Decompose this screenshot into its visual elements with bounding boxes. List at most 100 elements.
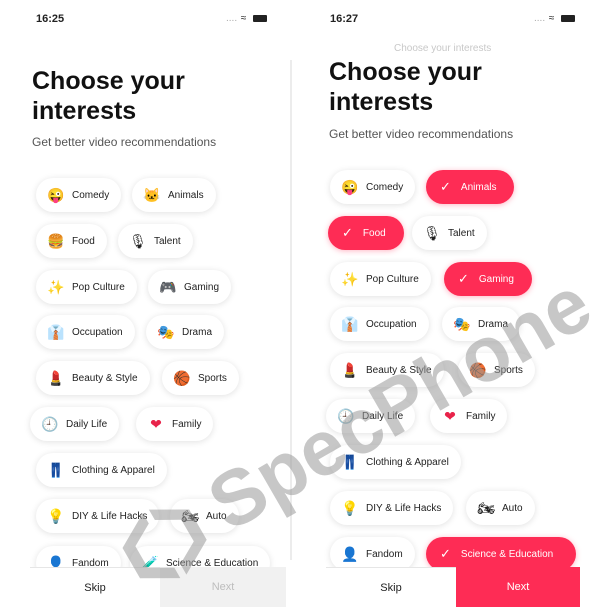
chip-label: Family xyxy=(172,418,202,430)
chip-label: Pop Culture xyxy=(366,273,419,285)
screen-divider xyxy=(290,60,292,560)
chip-talent[interactable]: 🎙 Talent xyxy=(412,216,487,250)
tie-icon: 👔 xyxy=(47,324,65,340)
motorcycle-icon: 🏍 xyxy=(181,508,199,524)
chip-family[interactable]: ❤ Family xyxy=(430,399,508,433)
chip-label: DIY & Life Hacks xyxy=(366,502,442,514)
checkmark-icon: ✓ xyxy=(440,179,451,194)
chip-science-education[interactable]: ✓ Science & Education xyxy=(426,537,576,571)
lipstick-icon: 💄 xyxy=(47,370,65,386)
chip-daily-life[interactable]: 🕘 Daily Life xyxy=(30,407,120,441)
chip-label: Occupation xyxy=(366,318,417,330)
status-time: 16:25 xyxy=(36,13,65,25)
chip-clothing-apparel[interactable]: 👖 Clothing & Apparel xyxy=(36,453,167,487)
chip-label: DIY & Life Hacks xyxy=(72,510,148,522)
lipstick-icon: 💄 xyxy=(341,362,359,378)
chip-label: Drama xyxy=(182,326,213,338)
chip-label: Sports xyxy=(494,364,523,376)
chip-family[interactable]: ❤ Family xyxy=(136,407,214,441)
chip-label: Fandom xyxy=(366,548,403,560)
checkmark-icon: ✓ xyxy=(458,271,469,286)
chip-comedy[interactable]: 😜 Comedy xyxy=(36,178,122,212)
chip-label: Sports xyxy=(198,372,227,384)
chip-pop-culture[interactable]: ✨ Pop Culture xyxy=(36,270,137,304)
chip-label: Comedy xyxy=(72,189,110,201)
sparkles-icon: ✨ xyxy=(341,271,359,287)
page-title: Choose your interests xyxy=(32,67,185,125)
chip-drama[interactable]: 🎭 Drama xyxy=(442,307,521,341)
chip-occupation[interactable]: 👔 Occupation xyxy=(36,315,135,349)
chip-diy-life-hacks[interactable]: 💡 DIY & Life Hacks xyxy=(36,499,160,533)
chip-talent[interactable]: 🎙 Talent xyxy=(118,224,193,258)
chip-daily-life[interactable]: 🕘 Daily Life xyxy=(326,399,416,433)
chip-label: Drama xyxy=(478,318,509,330)
status-icons: .... ≈ xyxy=(534,13,576,24)
chip-label: Family xyxy=(466,410,496,422)
microphone-icon: 🎙 xyxy=(423,225,441,241)
signal-dots: .... xyxy=(534,13,546,24)
bottom-bar: Skip Next xyxy=(0,567,290,607)
chip-pop-culture[interactable]: ✨ Pop Culture xyxy=(330,262,431,296)
checkmark-icon: ✓ xyxy=(440,546,451,561)
chip-label: Food xyxy=(362,227,386,239)
gamepad-icon: 🎮 xyxy=(159,279,177,295)
chip-fandom[interactable]: 👤 Fandom xyxy=(330,537,415,571)
skip-button[interactable]: Skip xyxy=(326,567,456,607)
chip-label: Daily Life xyxy=(66,418,108,430)
chip-label: Auto xyxy=(502,502,523,514)
jeans-icon: 👖 xyxy=(341,454,359,470)
chip-gaming[interactable]: ✓ Gaming xyxy=(444,262,532,296)
battery-icon xyxy=(253,14,268,22)
jeans-icon: 👖 xyxy=(47,462,65,478)
sparkles-icon: ✨ xyxy=(47,279,65,295)
chip-label: Beauty & Style xyxy=(366,364,432,376)
basketball-icon: 🏀 xyxy=(469,362,487,378)
chip-comedy[interactable]: 😜 Comedy xyxy=(330,170,416,204)
next-button[interactable]: Next xyxy=(456,567,580,607)
heart-icon: ❤ xyxy=(150,416,162,432)
chip-label: Animals xyxy=(460,181,497,193)
chip-label: Pop Culture xyxy=(72,281,125,293)
chip-animals[interactable]: ✓ Animals xyxy=(426,170,514,204)
collapsed-header-title: Choose your interests xyxy=(394,43,492,54)
chip-diy-life-hacks[interactable]: 💡 DIY & Life Hacks xyxy=(330,491,454,525)
fan-icon: 👤 xyxy=(341,546,359,562)
chip-sports[interactable]: 🏀 Sports xyxy=(162,361,239,395)
chip-auto[interactable]: 🏍 Auto xyxy=(466,491,535,525)
skip-button[interactable]: Skip xyxy=(30,567,160,607)
chip-gaming[interactable]: 🎮 Gaming xyxy=(148,270,232,304)
burger-icon: 🍔 xyxy=(47,233,65,249)
chip-label: Comedy xyxy=(366,181,404,193)
chip-auto[interactable]: 🏍 Auto xyxy=(170,499,239,533)
chip-label: Science & Education xyxy=(460,548,554,560)
chip-food[interactable]: 🍔 Food xyxy=(36,224,107,258)
heart-icon: ❤ xyxy=(444,408,456,424)
chip-drama[interactable]: 🎭 Drama xyxy=(146,315,225,349)
chip-animals[interactable]: 🐱 Animals xyxy=(132,178,216,212)
right-screen: 16:27 .... ≈ Choose your interests Choos… xyxy=(296,0,592,607)
signal-dots: .... xyxy=(226,13,238,24)
chip-label: Daily Life xyxy=(362,410,404,422)
laughing-face-icon: 😜 xyxy=(341,179,359,195)
lightbulb-icon: 💡 xyxy=(341,500,359,516)
status-bar: 16:25 .... ≈ xyxy=(0,0,290,30)
chip-occupation[interactable]: 👔 Occupation xyxy=(330,307,429,341)
next-button[interactable]: Next xyxy=(160,567,286,607)
wifi-icon: ≈ xyxy=(548,13,556,24)
status-bar: 16:27 .... ≈ xyxy=(296,0,592,30)
chip-food[interactable]: ✓ Food xyxy=(328,216,404,250)
cat-icon: 🐱 xyxy=(143,187,161,203)
bottom-bar: Skip Next xyxy=(296,567,592,607)
chip-label: Food xyxy=(72,235,95,247)
chip-label: Gaming xyxy=(478,273,514,285)
battery-icon xyxy=(561,14,576,22)
chip-beauty-style[interactable]: 💄 Beauty & Style xyxy=(330,353,444,387)
page-subtitle: Get better video recommendations xyxy=(329,127,514,141)
chip-sports[interactable]: 🏀 Sports xyxy=(458,353,535,387)
chip-label: Auto xyxy=(206,510,227,522)
chip-beauty-style[interactable]: 💄 Beauty & Style xyxy=(36,361,150,395)
chip-clothing-apparel[interactable]: 👖 Clothing & Apparel xyxy=(330,445,461,479)
checkmark-icon: ✓ xyxy=(342,225,353,240)
left-screen: 16:25 .... ≈ Choose your interests Get b… xyxy=(0,0,290,607)
tie-icon: 👔 xyxy=(341,316,359,332)
